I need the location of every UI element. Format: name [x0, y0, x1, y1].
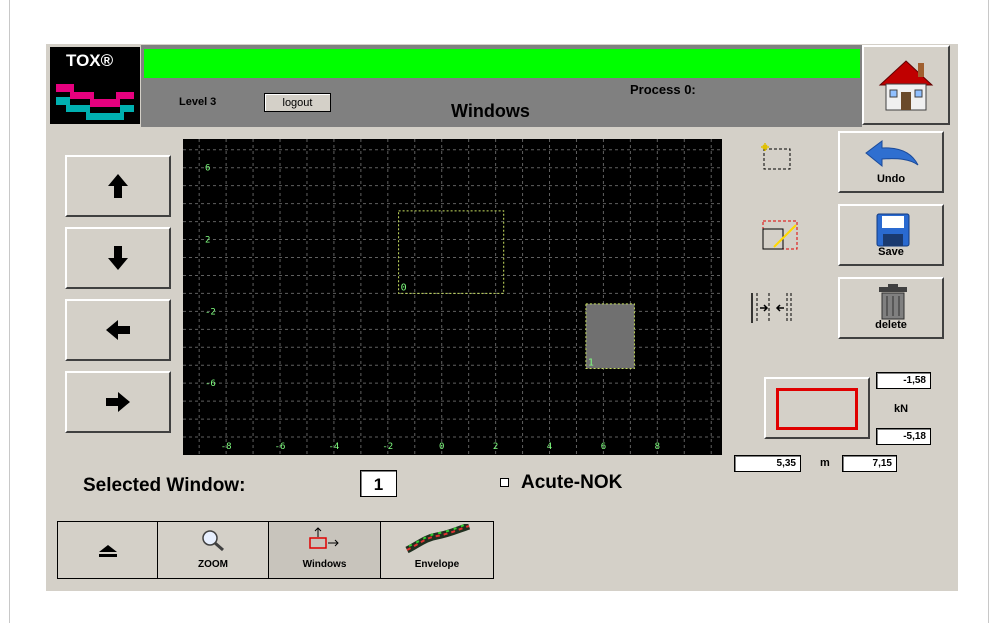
tab-envelope[interactable]: Envelope: [380, 521, 494, 579]
x-tick-label: 8: [655, 442, 660, 452]
tab-zoom[interactable]: ZOOM: [157, 521, 269, 579]
new-window-tool[interactable]: [730, 127, 822, 189]
pos-unit-label: m: [820, 457, 830, 469]
undo-button[interactable]: Undo: [838, 131, 944, 193]
align-windows-icon: [751, 293, 792, 323]
move-down-button[interactable]: [65, 227, 171, 289]
edit-window-icon: [762, 220, 798, 250]
new-window-icon: [761, 143, 791, 170]
rectangle-icon: [776, 388, 858, 430]
x-tick-label: -4: [328, 442, 339, 452]
tab-windows[interactable]: Windows: [268, 521, 381, 579]
save-label: Save: [878, 246, 904, 258]
move-up-button[interactable]: [65, 155, 171, 217]
logo-mark-icon: [56, 84, 134, 120]
pos-max-field[interactable]: 7,15: [842, 455, 897, 472]
window-label: 0: [401, 282, 407, 293]
undo-label: Undo: [876, 173, 906, 185]
x-tick-label: -6: [275, 442, 286, 452]
window-shape-button[interactable]: [764, 377, 870, 439]
x-tick-label: 2: [493, 442, 498, 452]
selected-window-field[interactable]: 1: [360, 470, 397, 497]
align-windows-tool[interactable]: [730, 277, 822, 339]
status-bar: [144, 49, 860, 78]
envelope-label: Envelope: [414, 559, 460, 570]
delete-button[interactable]: delete: [838, 277, 944, 339]
home-icon: [878, 60, 934, 111]
arrow-down-icon: [108, 246, 128, 270]
x-tick-label: -8: [221, 442, 232, 452]
x-tick-label: -2: [382, 442, 393, 452]
user-level: Level 3: [179, 96, 217, 108]
move-right-button[interactable]: [65, 371, 171, 433]
process-label: Process 0:: [630, 82, 696, 97]
logout-button[interactable]: logout: [264, 93, 331, 112]
plot-canvas: -8 -6 -4 -2 0 2 4 6 8 6 2 -2 -6 0 1: [183, 139, 722, 455]
page-title: Windows: [451, 101, 530, 121]
y-tick-label: -6: [205, 379, 216, 389]
home-button[interactable]: [862, 45, 950, 125]
envelope-icon: [405, 524, 471, 554]
acute-nok-checkbox[interactable]: [500, 478, 509, 487]
move-left-button[interactable]: [65, 299, 171, 361]
delete-label: delete: [875, 319, 907, 331]
arrow-up-icon: [108, 174, 128, 198]
undo-icon: [865, 140, 919, 168]
y-tick-label: 6: [205, 164, 210, 174]
zoom-label: ZOOM: [198, 559, 228, 570]
force-max-field[interactable]: -1,58: [876, 372, 931, 389]
window-plot[interactable]: -8 -6 -4 -2 0 2 4 6 8 6 2 -2 -6 0 1: [183, 139, 722, 455]
eject-tab[interactable]: [57, 521, 158, 579]
windows-label: Windows: [302, 559, 347, 570]
magnifier-icon: [202, 530, 224, 552]
tox-logo: TOX®: [50, 47, 140, 124]
x-tick-label: 6: [601, 442, 606, 452]
edit-window-tool[interactable]: [730, 203, 822, 265]
save-icon: [876, 213, 910, 247]
eject-icon: [99, 545, 117, 557]
x-tick-label: 4: [547, 442, 552, 452]
move-window-icon: [309, 527, 339, 549]
trash-icon: [879, 284, 907, 320]
y-tick-label: 2: [205, 236, 210, 246]
force-unit-label: kN: [894, 403, 909, 415]
y-tick-label: -2: [205, 307, 216, 317]
selected-window-label: Selected Window:: [83, 475, 246, 496]
save-button[interactable]: Save: [838, 204, 944, 266]
window-label: 1: [588, 357, 594, 368]
pos-min-field[interactable]: 5,35: [734, 455, 801, 472]
force-min-field[interactable]: -5,18: [876, 428, 931, 445]
arrow-right-icon: [106, 392, 130, 412]
acute-nok-label: Acute-NOK: [521, 472, 623, 493]
arrow-left-icon: [106, 320, 130, 340]
x-tick-label: 0: [439, 442, 444, 452]
